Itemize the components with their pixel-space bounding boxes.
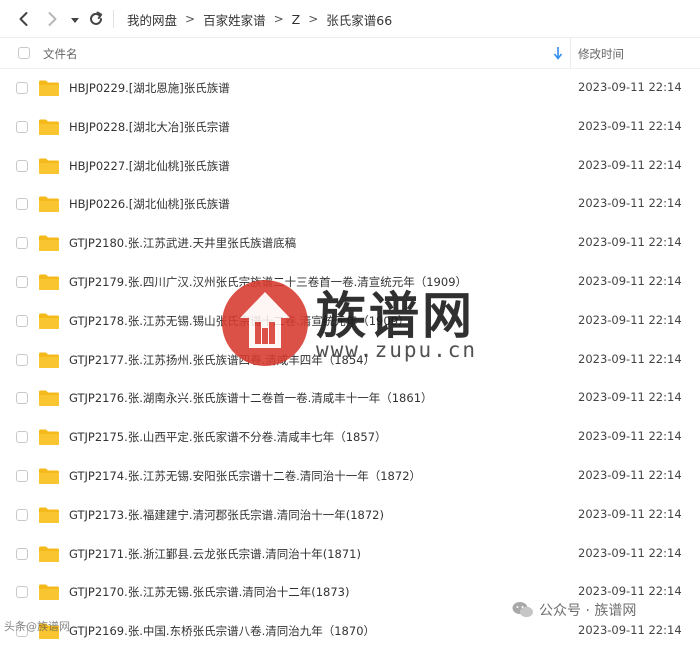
row-checkbox[interactable]	[16, 508, 28, 521]
folder-icon	[39, 352, 59, 368]
breadcrumb-item-surname-genealogy[interactable]: 百家姓家谱	[203, 10, 266, 29]
watermark-account-label: 公众号 · 族谱网	[539, 603, 637, 619]
sort-down-arrow-icon[interactable]	[553, 46, 563, 60]
file-row[interactable]: GTJP2176.张.湖南永兴.张氏族谱十二卷首一卷.清咸丰十一年（1861） 2…	[0, 379, 700, 418]
forward-icon[interactable]	[42, 9, 62, 29]
breadcrumb-separator: >	[308, 12, 319, 26]
row-checkbox[interactable]	[16, 469, 28, 482]
folder-icon	[39, 80, 59, 96]
file-name[interactable]: HBJP0226.[湖北仙桃]张氏族谱	[69, 196, 230, 212]
folder-icon	[39, 158, 59, 174]
file-modified-time: 2023-09-11 22:14	[578, 80, 682, 94]
folder-icon	[39, 429, 59, 446]
refresh-icon[interactable]	[86, 9, 106, 29]
breadcrumb-separator: >	[273, 12, 284, 26]
file-modified-time: 2023-09-11 22:14	[578, 273, 682, 288]
toolbar: 我的网盘 > 百家姓家谱 > Z > 张氏家谱66	[0, 0, 700, 38]
row-checkbox[interactable]	[16, 198, 28, 211]
toolbar-divider	[113, 10, 114, 28]
folder-icon	[39, 507, 59, 523]
breadcrumb-item-my-drive[interactable]: 我的网盘	[127, 10, 177, 29]
watermark-url: www.zupu.cn	[316, 338, 478, 362]
folder-icon	[39, 584, 59, 601]
file-row[interactable]: GTJP2174.张.江苏无锡.安阳张氏宗谱十二卷.清同治十一年（1872） 20…	[0, 457, 700, 496]
file-name[interactable]: GTJP2170.张.江苏无锡.张氏宗谱.清同治十二年(1873)	[69, 584, 349, 600]
file-row[interactable]: HBJP0229.[湖北恩施]张氏族谱 2023-09-11 22:14	[0, 69, 700, 108]
file-name[interactable]: GTJP2175.张.山西平定.张氏家谱不分卷.清咸丰七年（1857）	[69, 429, 387, 445]
row-checkbox[interactable]	[16, 237, 28, 250]
breadcrumb-separator: >	[185, 12, 196, 26]
file-row[interactable]: GTJP2175.张.山西平定.张氏家谱不分卷.清咸丰七年（1857） 2023-…	[0, 418, 700, 457]
row-checkbox[interactable]	[16, 275, 28, 288]
file-row[interactable]: GTJP2180.张.江苏武进.天井里张氏族谱底稿 2023-09-11 22:1…	[0, 224, 700, 263]
watermark-account: 公众号 · 族谱网	[512, 600, 636, 620]
file-modified-time: 2023-09-11 22:14	[578, 157, 682, 172]
zupu-logo-icon	[222, 280, 308, 366]
row-checkbox[interactable]	[16, 82, 28, 94]
column-header-modified-time[interactable]: 修改时间	[578, 46, 624, 62]
file-name[interactable]: GTJP2169.张.中国.东桥张氏宗谱八卷.清同治九年（1870）	[69, 623, 375, 639]
file-modified-time: 2023-09-11 22:14	[578, 118, 682, 133]
file-row[interactable]: GTJP2171.张.浙江鄞县.云龙张氏宗谱.清同治十年(1871) 2023-0…	[0, 535, 700, 574]
file-name[interactable]: GTJP2176.张.湖南永兴.张氏族谱十二卷首一卷.清咸丰十一年（1861）	[69, 390, 433, 406]
file-modified-time: 2023-09-11 22:14	[578, 235, 682, 250]
breadcrumb: 我的网盘 > 百家姓家谱 > Z > 张氏家谱66	[127, 0, 392, 38]
folder-icon	[39, 119, 59, 135]
column-divider	[570, 38, 571, 68]
folder-icon	[39, 235, 59, 252]
file-row[interactable]: HBJP0226.[湖北仙桃]张氏族谱 2023-09-11 22:14	[0, 185, 700, 224]
breadcrumb-item-z[interactable]: Z	[292, 12, 301, 27]
file-modified-time: 2023-09-11 22:14	[578, 584, 682, 599]
select-all-checkbox[interactable]	[18, 47, 30, 59]
row-checkbox[interactable]	[16, 353, 28, 366]
row-checkbox[interactable]	[16, 586, 28, 599]
file-modified-time: 2023-09-11 22:14	[578, 467, 682, 482]
folder-icon	[39, 468, 59, 484]
row-checkbox[interactable]	[16, 392, 28, 405]
folder-icon	[39, 390, 59, 407]
row-checkbox[interactable]	[16, 431, 28, 444]
file-name[interactable]: GTJP2180.张.江苏武进.天井里张氏族谱底稿	[69, 235, 296, 251]
folder-icon	[39, 313, 59, 329]
folder-icon	[39, 196, 59, 213]
watermark-corner-text: 头条@族谱网	[4, 620, 70, 633]
file-modified-time: 2023-09-11 22:14	[578, 623, 682, 638]
file-name[interactable]: HBJP0227.[湖北仙桃]张氏族谱	[69, 158, 230, 174]
folder-icon	[39, 274, 59, 290]
file-row[interactable]: GTJP2173.张.福建建宁.清河郡张氏宗谱.清同治十一年(1872) 2023…	[0, 496, 700, 535]
row-checkbox[interactable]	[16, 120, 28, 133]
file-modified-time: 2023-09-11 22:14	[578, 390, 682, 405]
file-name[interactable]: HBJP0228.[湖北大冶]张氏宗谱	[69, 119, 230, 135]
dropdown-icon[interactable]	[68, 10, 82, 30]
file-name[interactable]: HBJP0229.[湖北恩施]张氏族谱	[69, 80, 230, 96]
file-modified-time: 2023-09-11 22:14	[578, 312, 682, 327]
file-name[interactable]: GTJP2171.张.浙江鄞县.云龙张氏宗谱.清同治十年(1871)	[69, 546, 361, 562]
breadcrumb-item-current-folder[interactable]: 张氏家谱66	[326, 10, 392, 29]
column-header-filename[interactable]: 文件名	[43, 46, 78, 62]
file-modified-time: 2023-09-11 22:14	[578, 429, 682, 444]
file-modified-time: 2023-09-11 22:14	[578, 506, 682, 521]
file-modified-time: 2023-09-11 22:14	[578, 545, 682, 560]
back-icon[interactable]	[14, 9, 34, 29]
file-row[interactable]: HBJP0227.[湖北仙桃]张氏族谱 2023-09-11 22:14	[0, 147, 700, 186]
row-checkbox[interactable]	[16, 547, 28, 560]
file-list-header: 文件名 修改时间	[0, 38, 700, 69]
file-name[interactable]: GTJP2173.张.福建建宁.清河郡张氏宗谱.清同治十一年(1872)	[69, 507, 384, 523]
file-modified-time: 2023-09-11 22:14	[578, 351, 682, 366]
wechat-icon	[512, 602, 533, 618]
row-checkbox[interactable]	[16, 159, 28, 172]
file-modified-time: 2023-09-11 22:14	[578, 196, 682, 211]
file-name[interactable]: GTJP2174.张.江苏无锡.安阳张氏宗谱十二卷.清同治十一年（1872）	[69, 468, 421, 484]
row-checkbox[interactable]	[16, 314, 28, 327]
file-row[interactable]: HBJP0228.[湖北大冶]张氏宗谱 2023-09-11 22:14	[0, 108, 700, 147]
folder-icon	[39, 546, 59, 562]
